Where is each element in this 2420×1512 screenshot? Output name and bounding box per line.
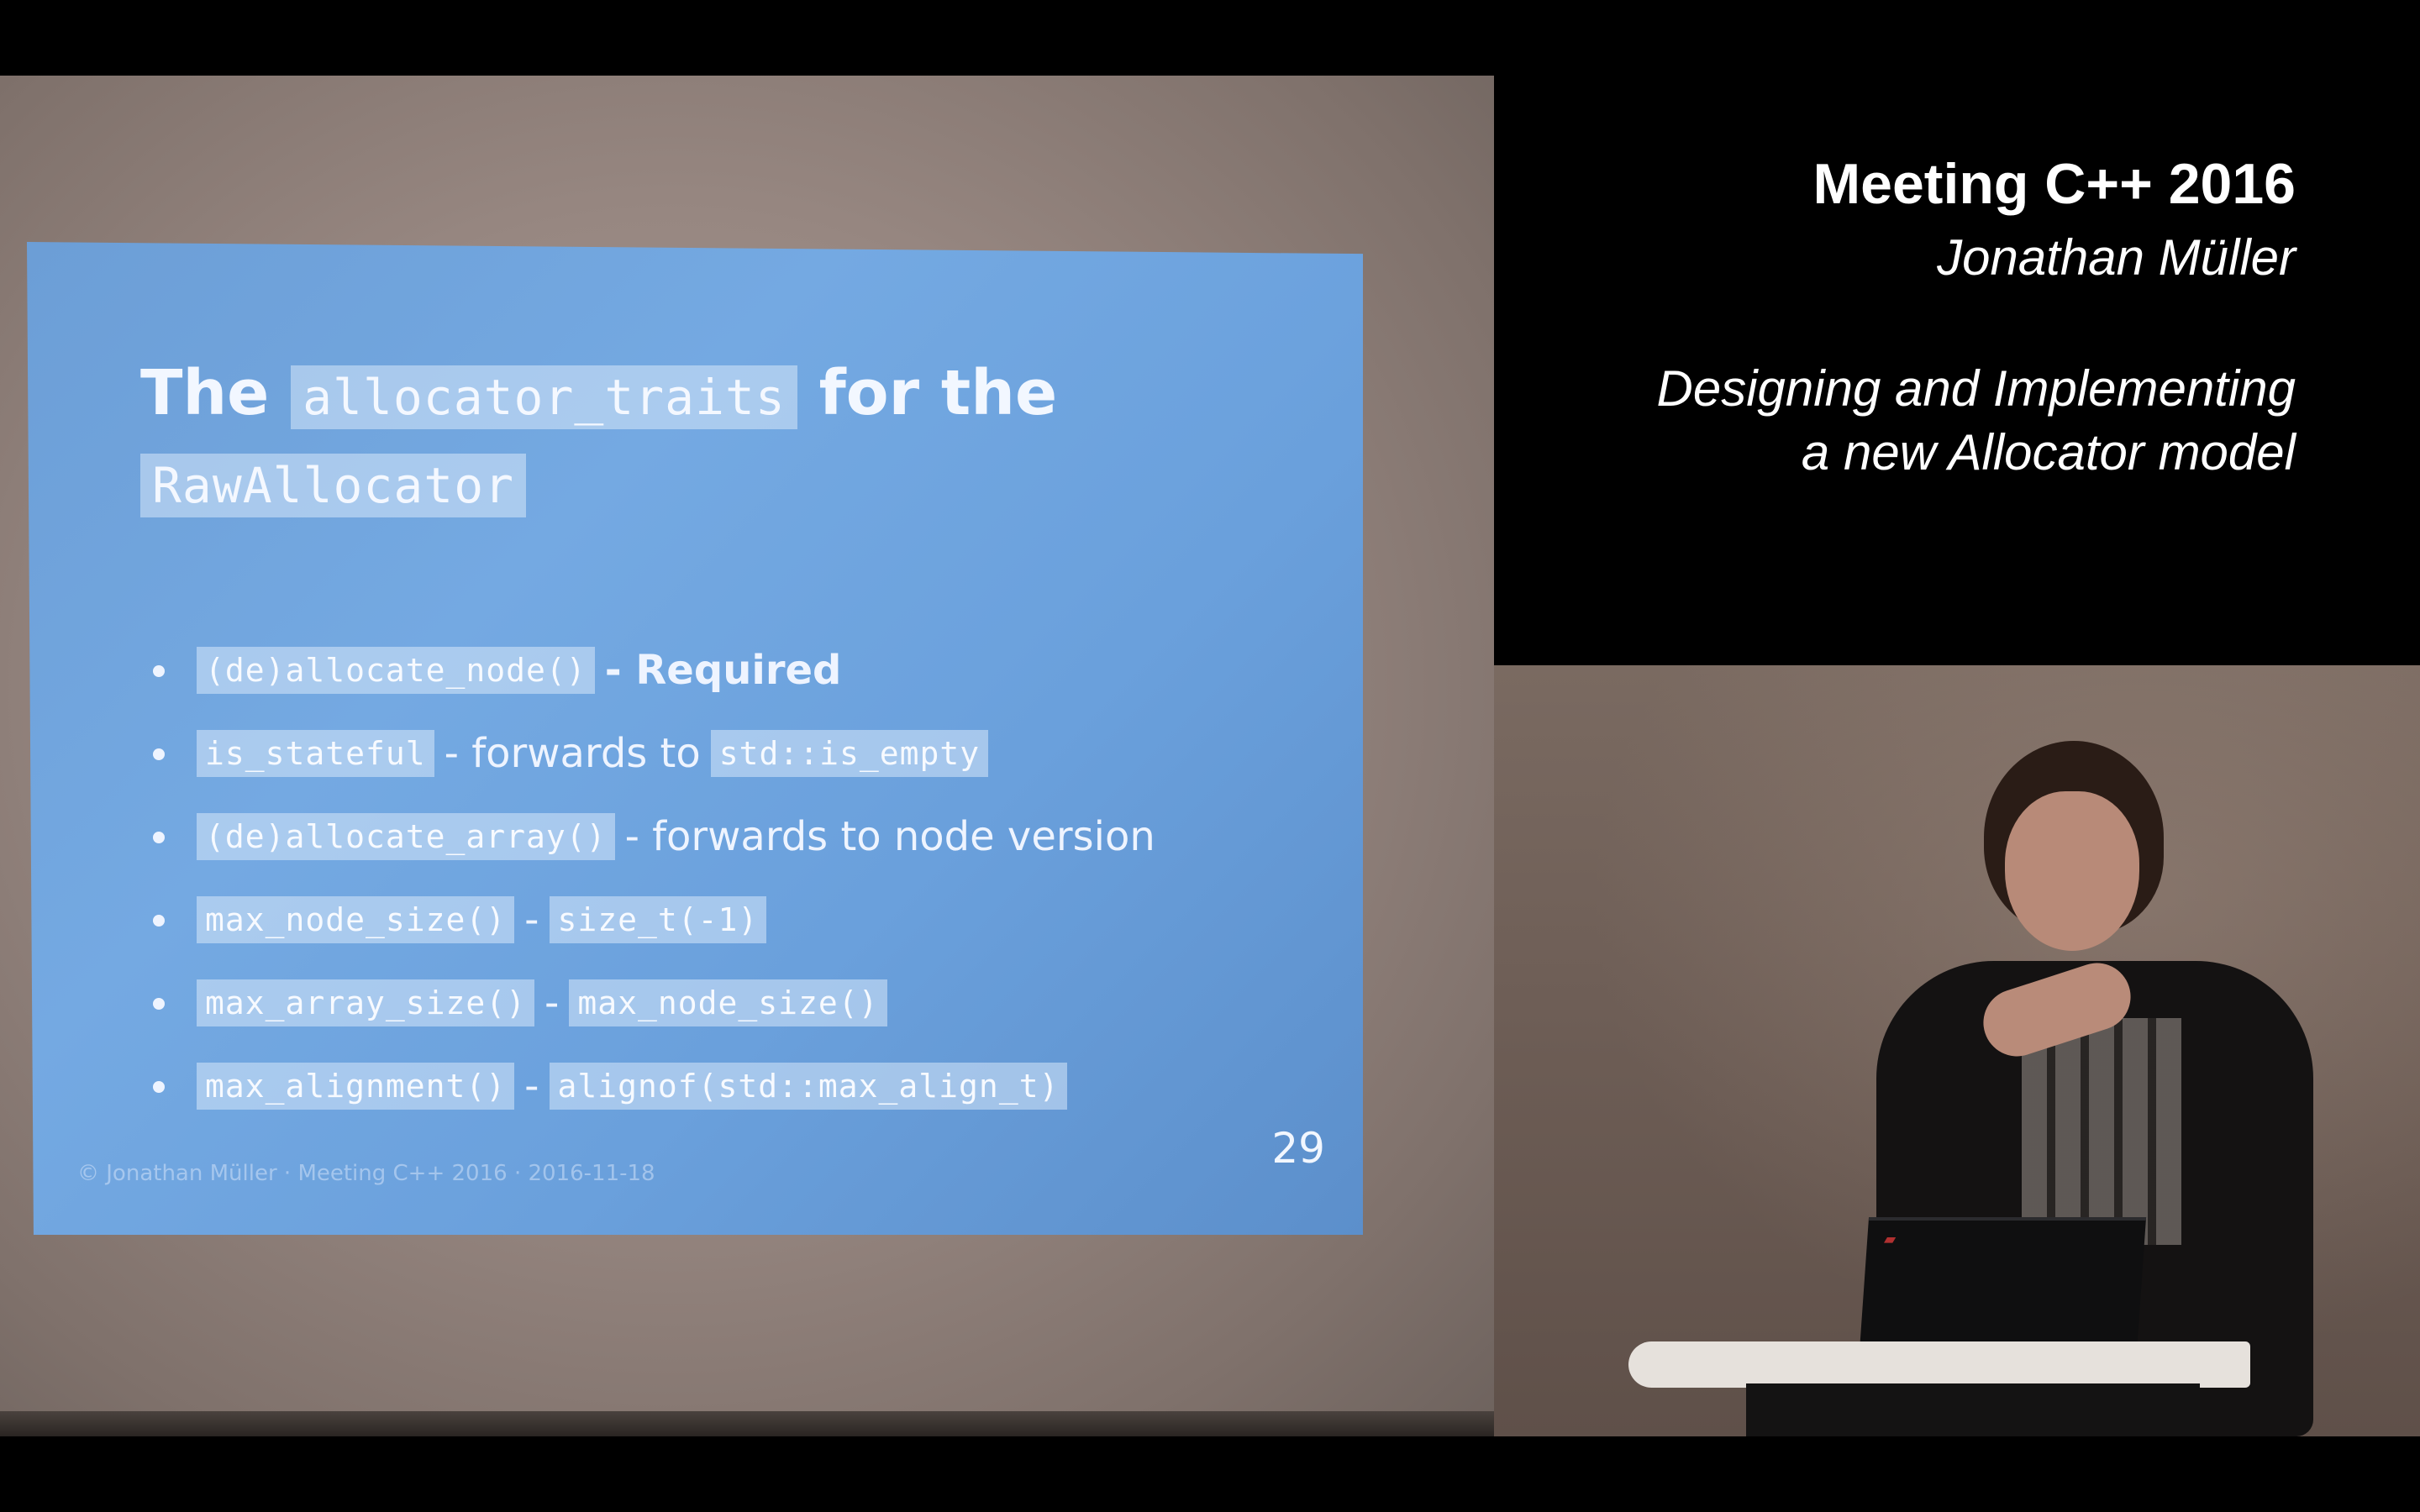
laptop-logo-icon: ▰ (1883, 1231, 1897, 1248)
slide-title-line-2: RawAllocator (140, 439, 1233, 528)
bullet-item: (de)allocate_array() - forwards to node … (153, 795, 1165, 878)
slide-title-line-1: The allocator_traits for the (140, 351, 1233, 439)
speaker-name: Jonathan Müller (1937, 229, 2296, 286)
bullet-code-2: alignof(std::max_align_t) (549, 1062, 1068, 1110)
bullet-dot-icon (153, 665, 165, 677)
room-view: The allocator_traits for the RawAllocato… (0, 76, 1494, 1436)
bullet-code-2: std::is_empty (710, 729, 989, 777)
bullet-item: is_stateful - forwards to std::is_empty (153, 711, 1165, 795)
slide-page-number: 29 (1271, 1124, 1325, 1173)
talk-title-line-1: Designing and Implementing (1656, 360, 2296, 417)
bullet-dot-icon (153, 748, 165, 760)
bullet-code-2: size_t(-1) (549, 895, 767, 943)
speaker-face (2005, 791, 2139, 951)
talk-title-line-2: a new Allocator model (1801, 424, 2296, 480)
podium-body (1746, 1383, 2200, 1436)
room-floor (0, 1411, 1494, 1436)
bullet-code: (de)allocate_node() (197, 646, 595, 694)
shirt-print (2022, 1018, 2181, 1245)
bullet-dot-icon (153, 915, 165, 927)
bullet-item: (de)allocate_node() - Required (153, 628, 1165, 711)
bullet-dot-icon (153, 998, 165, 1010)
bullet-code: (de)allocate_array() (197, 812, 615, 860)
bullet-list: (de)allocate_node() - Required is_statef… (153, 628, 1165, 1127)
letterbox-bottom (0, 1436, 2420, 1512)
bullet-code-2: max_node_size() (569, 979, 887, 1026)
bullet-dot-icon (153, 832, 165, 843)
bullet-code: max_alignment() (197, 1062, 515, 1110)
bullet-text: - (544, 979, 560, 1026)
video-frame: The allocator_traits for the RawAllocato… (0, 76, 2420, 1436)
slide-footer: © Jonathan Müller · Meeting C++ 2016 · 2… (77, 1161, 655, 1186)
bullet-text: - forwards to (444, 729, 701, 777)
bullet-item: max_array_size() - max_node_size() (153, 961, 1165, 1044)
bullet-text: - (524, 1062, 539, 1110)
bullet-code: is_stateful (197, 729, 434, 777)
title-card: Meeting C++ 2016 Jonathan Müller Designi… (1494, 76, 2420, 665)
slide-title-suffix: for the (818, 357, 1058, 429)
bullet-text: - (524, 895, 539, 943)
event-title: Meeting C++ 2016 (1812, 152, 2296, 216)
speaker-camera: ▰ (1494, 665, 2420, 1436)
slide-title-code: allocator_traits (291, 365, 797, 429)
bullet-text: - forwards to node version (624, 812, 1155, 860)
projected-slide: The allocator_traits for the RawAllocato… (27, 242, 1363, 1235)
bullet-code: max_node_size() (197, 895, 515, 943)
slide-title: The allocator_traits for the RawAllocato… (140, 351, 1233, 528)
slide-title-code-2: RawAllocator (140, 454, 527, 517)
bullet-item: max_node_size() - size_t(-1) (153, 878, 1165, 961)
bullet-text: - Required (604, 646, 842, 694)
podium-top (1628, 1341, 2250, 1388)
bullet-dot-icon (153, 1081, 165, 1093)
bullet-item: max_alignment() - alignof(std::max_align… (153, 1044, 1165, 1127)
bullet-code: max_array_size() (197, 979, 535, 1026)
slide-title-prefix: The (140, 357, 270, 429)
